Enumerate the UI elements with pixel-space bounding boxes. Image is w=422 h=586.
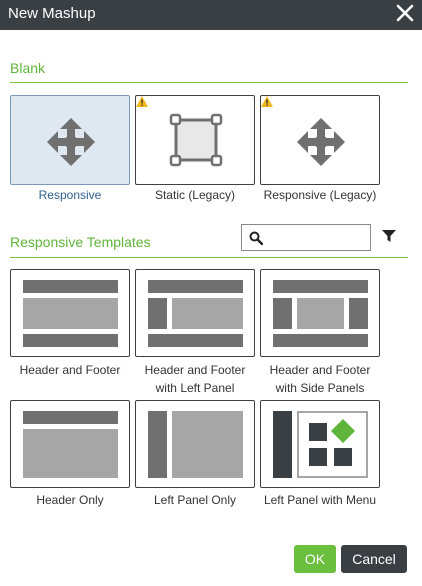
template-left-panel-only[interactable]: [135, 400, 255, 488]
template-label: Header and Footer with Side Panels: [269, 363, 371, 395]
title-bar: New Mashup: [0, 0, 422, 30]
template-header-footer-left-panel[interactable]: [135, 269, 255, 357]
filter-icon[interactable]: [382, 229, 396, 243]
section-divider: [10, 82, 408, 83]
static-box-icon: [169, 113, 223, 167]
layout-footer-block: [23, 334, 118, 347]
template-header-only[interactable]: [10, 400, 130, 488]
move-arrows-icon: [297, 118, 345, 166]
template-header-and-footer[interactable]: [10, 269, 130, 357]
menu-grid-icon: [309, 419, 355, 466]
layout-content-block: [23, 298, 118, 329]
close-icon[interactable]: [396, 4, 414, 22]
layout-content-block: [297, 298, 344, 329]
layout-header-block: [148, 280, 243, 293]
blank-tile-label: Static (Legacy): [154, 188, 236, 202]
template-search-box[interactable]: [241, 224, 371, 251]
template-header-footer-side-panels[interactable]: [260, 269, 380, 357]
layout-header-block: [273, 280, 368, 293]
search-input[interactable]: [268, 228, 366, 247]
layout-right-panel-block: [349, 298, 368, 329]
layout-footer-block: [148, 334, 243, 347]
layout-header-block: [23, 280, 118, 293]
dialog-title: New Mashup: [8, 5, 96, 22]
blank-tile-responsive-legacy[interactable]: [260, 95, 380, 185]
blank-tile-responsive[interactable]: [10, 95, 130, 185]
layout-left-panel-block: [273, 298, 292, 329]
template-left-panel-with-menu[interactable]: [260, 400, 380, 488]
layout-left-panel-block: [148, 298, 167, 329]
layout-footer-block: [273, 334, 368, 347]
template-label: Header Only: [36, 493, 104, 507]
ok-button[interactable]: OK: [294, 545, 336, 573]
layout-header-block: [23, 411, 118, 424]
template-label: Header and Footer: [19, 363, 121, 377]
section-label-blank: Blank: [10, 60, 46, 76]
layout-content-block: [172, 411, 243, 478]
warning-icon: [136, 96, 148, 107]
cancel-button[interactable]: Cancel: [341, 545, 407, 573]
layout-left-panel-block: [148, 411, 167, 478]
layout-content-block: [23, 429, 118, 478]
template-label: Header and Footer with Left Panel: [144, 363, 246, 395]
move-arrows-icon: [47, 118, 95, 166]
layout-content-block: [172, 298, 243, 329]
section-label-templates: Responsive Templates: [10, 234, 151, 250]
section-divider: [10, 257, 408, 258]
blank-tile-label: Responsive (Legacy): [263, 188, 377, 202]
layout-menu-panel-block: [273, 411, 292, 478]
template-label: Left Panel with Menu: [263, 493, 377, 507]
warning-icon: [261, 96, 273, 107]
template-label: Left Panel Only: [153, 493, 237, 507]
search-icon: [249, 231, 263, 245]
blank-tile-label: Responsive: [38, 188, 102, 202]
blank-tile-static-legacy[interactable]: [135, 95, 255, 185]
